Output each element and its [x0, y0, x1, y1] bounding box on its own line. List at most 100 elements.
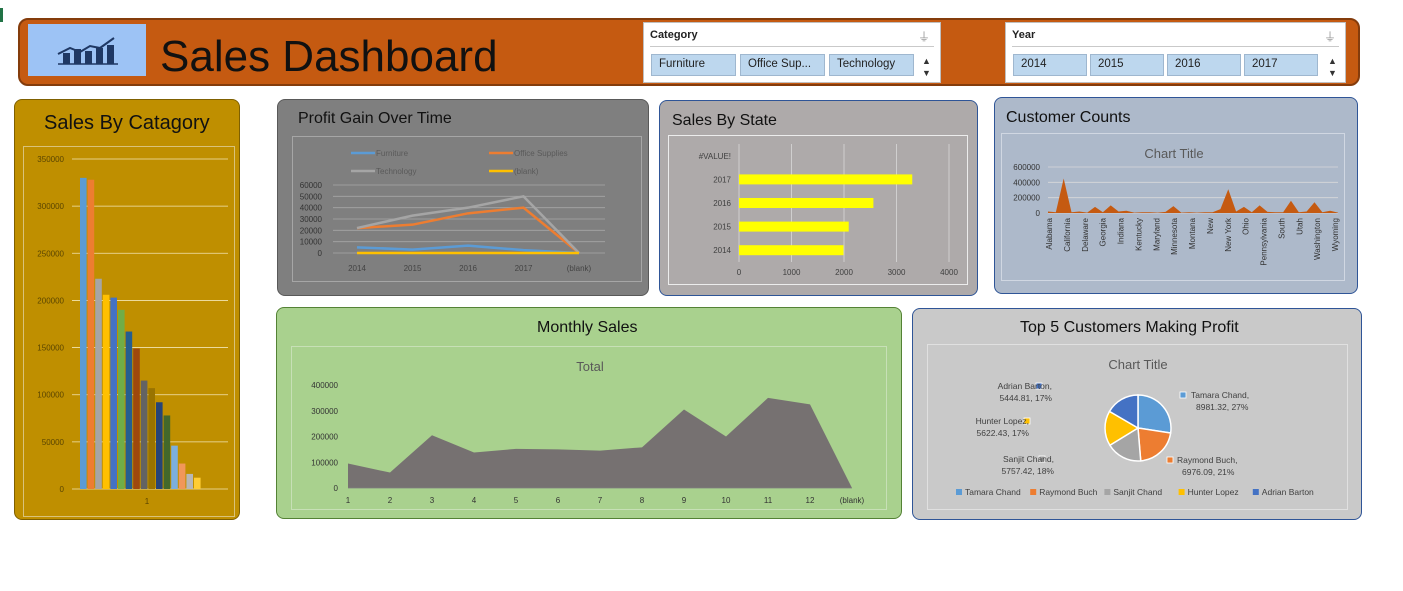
x-tick-label: New York	[1224, 217, 1233, 252]
data-label: Raymond Buch,	[1177, 455, 1237, 465]
panel-title: Sales By Catagory	[44, 112, 210, 134]
divider	[1012, 46, 1339, 47]
x-tick-label: 5	[514, 496, 519, 505]
x-tick-label: 12	[806, 496, 815, 505]
y-tick-label: 350000	[37, 155, 64, 164]
logo	[28, 24, 146, 76]
bar	[87, 179, 95, 489]
x-tick-label: Montana	[1188, 217, 1197, 249]
x-tick-label: New	[1206, 218, 1215, 234]
x-tick-label: (blank)	[840, 496, 865, 505]
monthly-sales-chart: Total01000002000003000004000001 2 3 4 5 6 7 8 9 1…	[311, 359, 865, 505]
y-tick-label: #VALUE!	[699, 152, 731, 161]
x-tick-label: Ohio	[1242, 217, 1251, 234]
scroll-down-icon[interactable]: ▼	[922, 68, 931, 78]
x-tick-label: 10	[722, 496, 731, 505]
customer-counts-chart: Chart Title 0 200000 400000 600000 Alabama Cal…	[1013, 146, 1340, 266]
legend-label: Office Supplies	[514, 149, 568, 158]
bar	[171, 445, 178, 489]
legend-label: Adrian Barton	[1262, 487, 1314, 497]
slicer-title: Year	[1012, 29, 1036, 41]
x-tick-label: Delaware	[1081, 217, 1090, 251]
x-tick-label: 2017	[515, 264, 533, 273]
y-tick-label: 200000	[311, 433, 338, 442]
data-label: Adrian Barton,	[998, 381, 1052, 391]
x-tick-label: Pennsylvania	[1260, 217, 1269, 265]
chart-area: 0 1000 2000 3000 4000 #VALUE! 2017 2016 2015 2014	[668, 135, 968, 285]
y-tick-label: 2014	[713, 246, 731, 255]
scroll-down-icon[interactable]: ▼	[1328, 68, 1337, 78]
scroll-up-icon[interactable]: ▲	[1328, 56, 1337, 66]
chart-title: Chart Title	[1108, 357, 1167, 372]
area-series	[1048, 178, 1338, 213]
chart-area: Total 0 100000 200000 300000 400000 1 2 3 4 5 6 7 8 9 1…	[291, 346, 887, 510]
panel-title: Sales By State	[672, 112, 777, 129]
profit-gain-chart: 0 10000 20000 30000 40000 50000 60000 2014 2015 2…	[300, 149, 605, 273]
y-tick-label: 400000	[1013, 178, 1040, 187]
divider	[650, 46, 934, 47]
clear-filter-icon[interactable]: ⏚	[918, 28, 930, 45]
y-tick-label: 0	[1036, 209, 1041, 218]
legend-label: (blank)	[514, 167, 539, 176]
x-tick-label: 2014	[348, 264, 366, 273]
legend-label: Furniture	[376, 149, 409, 158]
bar	[739, 174, 913, 185]
x-tick-label: 7	[598, 496, 603, 505]
x-tick-label: Maryland	[1152, 218, 1161, 251]
slicer-item-2014[interactable]: 2014	[1013, 54, 1087, 76]
bar	[133, 348, 140, 489]
category-slicer[interactable]: Category ⏚ Furniture Office Sup... Techn…	[643, 22, 941, 83]
sales-by-state-chart: 0 1000 2000 3000 4000 #VALUE! 2017 2016 2015 2014	[699, 144, 958, 277]
bar	[178, 463, 186, 489]
data-label-key	[1166, 456, 1174, 464]
y-tick-label: 250000	[37, 249, 64, 258]
year-slicer[interactable]: Year ⏚ 2014 2015 2016 2017 ▲ ▼	[1005, 22, 1346, 83]
legend-swatch	[1252, 489, 1259, 495]
chart-area: Chart Title 0 200000 400000 600000 Alabama Cal…	[1001, 133, 1345, 281]
slicer-item-technology[interactable]: Technology	[829, 54, 914, 76]
data-label: 5757.42, 18%	[1002, 466, 1055, 476]
chart-title: Total	[576, 359, 604, 374]
area-series	[348, 397, 852, 488]
y-tick-label: 10000	[300, 238, 323, 247]
slicer-item-office-supplies[interactable]: Office Sup...	[740, 54, 825, 76]
page-title: Sales Dashboard	[160, 32, 498, 81]
bar	[156, 402, 163, 489]
chart-area: 0 10000 20000 30000 40000 50000 60000 2014 2015 2…	[292, 136, 642, 282]
x-tick-label: Kentucky	[1134, 218, 1143, 251]
legend-swatch	[1104, 489, 1111, 495]
y-tick-label: 100000	[37, 391, 64, 400]
x-tick-label: 2016	[459, 264, 477, 273]
legend-label: Tamara Chand	[965, 487, 1021, 497]
panel-title: Top 5 Customers Making Profit	[1020, 319, 1239, 336]
scroll-up-icon[interactable]: ▲	[922, 56, 931, 66]
data-label: Sanjit Chand,	[1003, 454, 1054, 464]
sales-by-category-chart: 0 50000 100000 150000 200000 250000 300000 3500…	[37, 155, 228, 506]
x-tick-label: California	[1063, 217, 1072, 251]
sales-by-category-panel: Sales By Catagory 0 50000 100000 150000 2000…	[14, 99, 240, 520]
chart-area: 0 50000 100000 150000 200000 250000 300000 3500…	[23, 146, 235, 517]
sales-by-state-panel: Sales By State 0 1000 2000 3000 4000 #VALUE! 2…	[659, 100, 978, 296]
x-tick-label: 2000	[835, 268, 853, 277]
x-tick-label: Georgia	[1099, 217, 1108, 246]
data-label: 5444.81, 17%	[1000, 393, 1053, 403]
panel-title: Monthly Sales	[537, 319, 638, 336]
x-tick-label: Indiana	[1117, 217, 1126, 244]
legend-label: Sanjit Chand	[1113, 487, 1162, 497]
bar	[95, 278, 102, 489]
x-tick-label: South	[1277, 218, 1286, 239]
slicer-item-furniture[interactable]: Furniture	[651, 54, 736, 76]
x-tick-label: Washington	[1313, 218, 1322, 260]
y-tick-label: 60000	[300, 181, 323, 190]
x-tick-label: 0	[737, 268, 742, 277]
x-tick-label: Alabama	[1045, 217, 1054, 249]
slicer-item-2017[interactable]: 2017	[1244, 54, 1318, 76]
data-label: 8981.32, 27%	[1196, 402, 1249, 412]
data-label-key	[1179, 391, 1187, 399]
slicer-item-2015[interactable]: 2015	[1090, 54, 1164, 76]
slicer-item-2016[interactable]: 2016	[1167, 54, 1241, 76]
clear-filter-icon[interactable]: ⏚	[1324, 28, 1336, 45]
data-label: 6976.09, 21%	[1182, 467, 1235, 477]
x-tick-label: 1	[145, 497, 150, 506]
y-tick-label: 0	[60, 485, 65, 494]
